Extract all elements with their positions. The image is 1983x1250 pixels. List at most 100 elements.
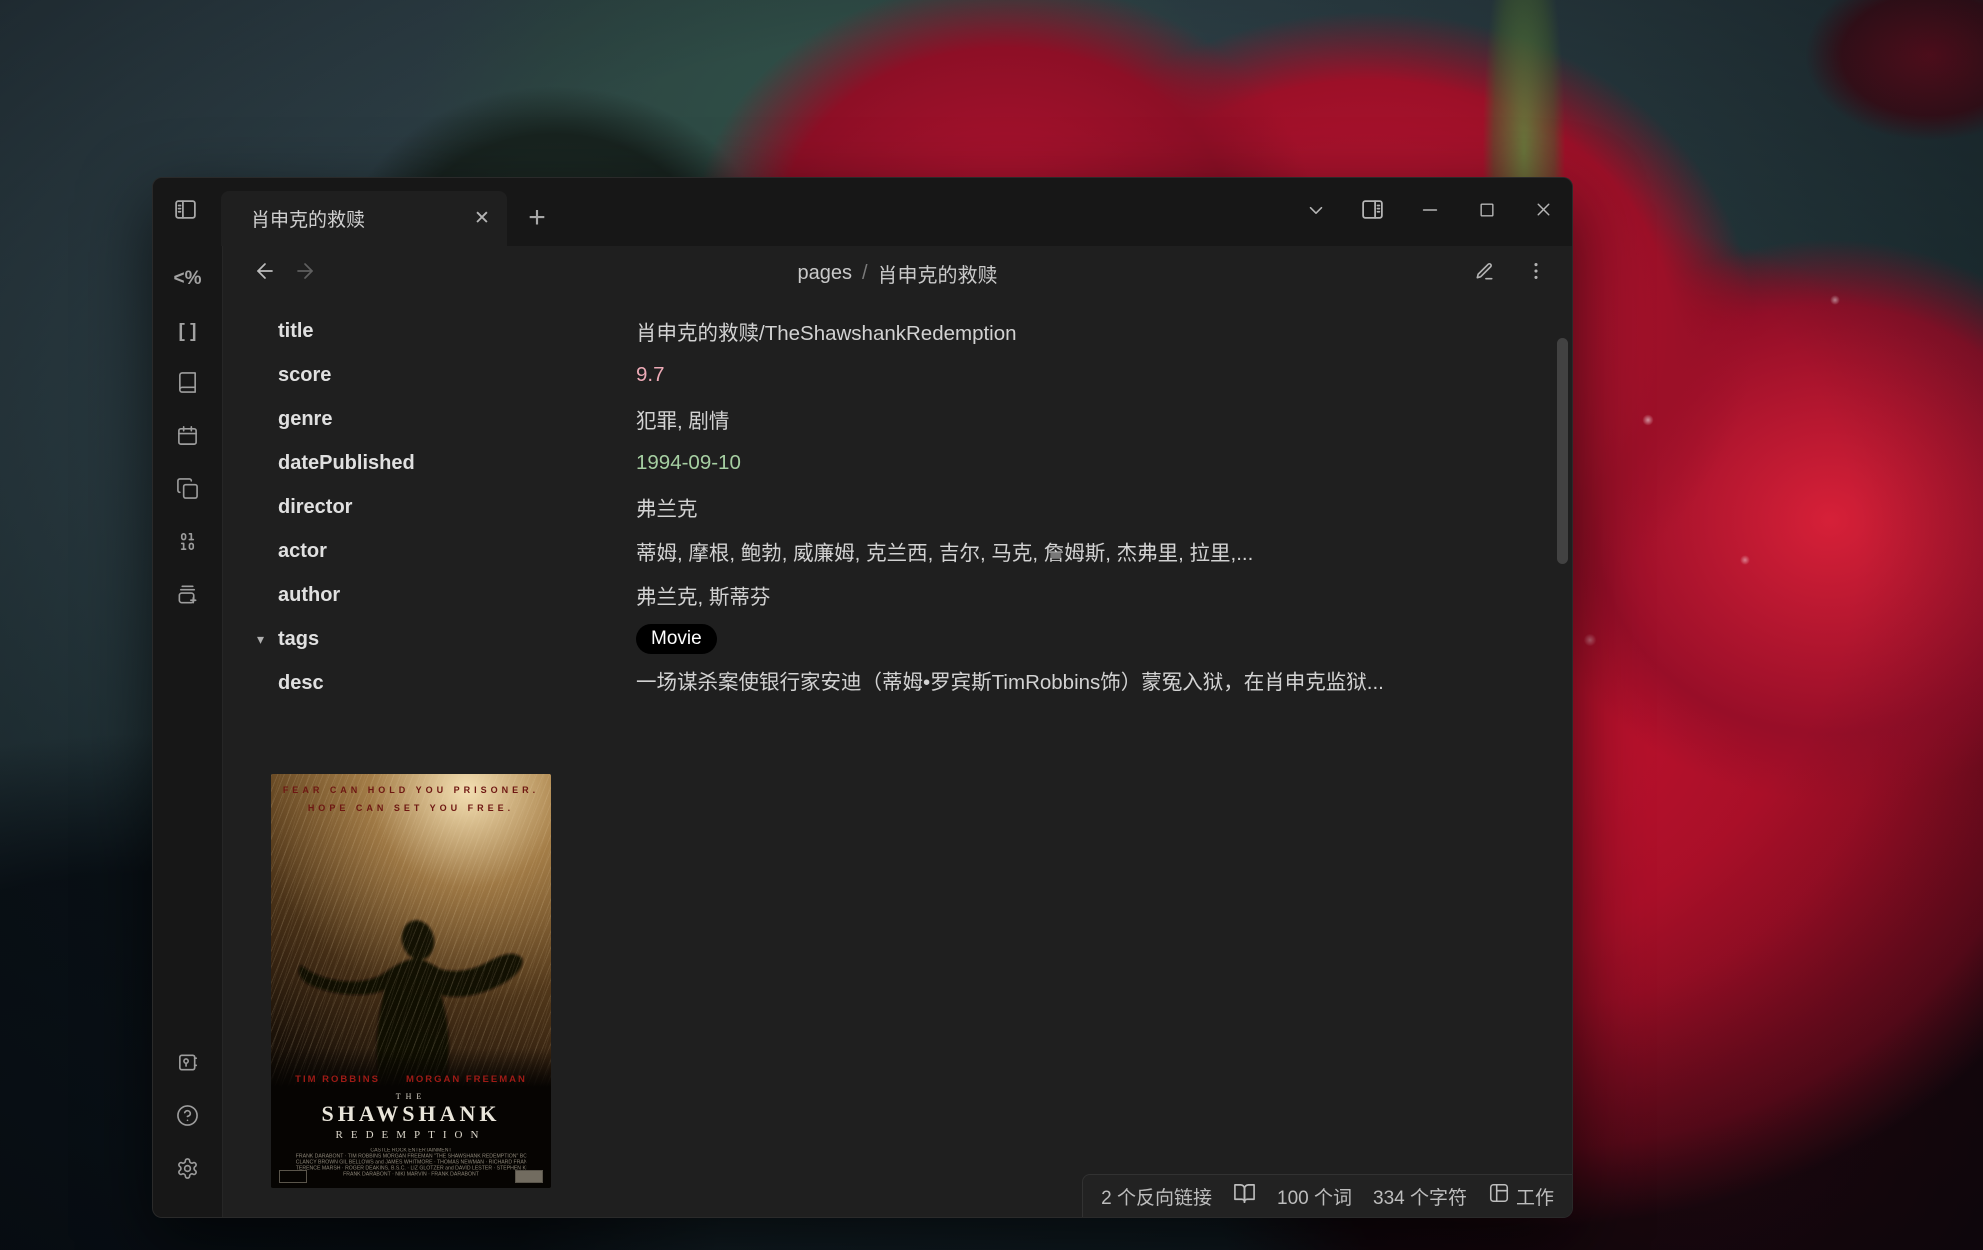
breadcrumb-current[interactable]: 肖申克的救赎 xyxy=(878,259,998,288)
poster-star-2: MORGAN FREEMAN xyxy=(406,1074,527,1085)
tab-shawshank[interactable]: 肖申克的救赎 ✕ xyxy=(221,191,507,246)
property-value[interactable]: 9.7 xyxy=(636,363,665,387)
help-button[interactable] xyxy=(169,1099,207,1137)
status-bar: 2 个反向链接 100 个词 334 个字符 工作 xyxy=(1082,1174,1572,1217)
window-controls xyxy=(1287,178,1572,246)
maximize-button[interactable] xyxy=(1458,178,1515,246)
open-book-icon xyxy=(1233,1182,1256,1211)
property-key[interactable]: score xyxy=(223,364,636,387)
property-key[interactable]: author xyxy=(223,584,636,607)
daily-note-button[interactable] xyxy=(169,419,207,457)
property-row: director弗兰克 xyxy=(223,485,1572,529)
reading-mode-indicator[interactable] xyxy=(1233,1182,1256,1211)
property-row: actor蒂姆, 摩根, 鲍勃, 威廉姆, 克兰西, 吉尔, 马克, 詹姆斯, … xyxy=(223,529,1572,573)
left-ribbon: <% [ ] xyxy=(153,246,223,1217)
brackets-button[interactable]: [ ] xyxy=(169,313,207,351)
binary-icon xyxy=(176,530,199,558)
property-value[interactable]: 弗兰克 xyxy=(636,492,698,522)
properties-table: title肖申克的救赎/TheShawshankRedemption score… xyxy=(223,301,1572,705)
add-card-button[interactable] xyxy=(169,578,207,616)
new-tab-button[interactable]: + xyxy=(515,196,559,240)
property-value[interactable]: 一场谋杀案使银行家安迪（蒂姆•罗宾斯TimRobbins饰）蒙冤入狱，在肖申克监… xyxy=(636,661,1384,701)
poster-title-main: SHAWSHANK xyxy=(271,1101,551,1127)
property-value[interactable]: 肖申克的救赎/TheShawshankRedemption xyxy=(636,316,1017,346)
minimize-icon xyxy=(1419,199,1441,226)
property-row: datePublished1994-09-10 xyxy=(223,441,1572,485)
settings-button[interactable] xyxy=(169,1152,207,1190)
property-value: Movie xyxy=(636,624,717,654)
tab-title: 肖申克的救赎 xyxy=(251,205,465,232)
poster-title-the: THE xyxy=(271,1092,551,1101)
property-key[interactable]: datePublished xyxy=(223,452,636,475)
poster-tagline-2: HOPE CAN SET YOU FREE. xyxy=(271,803,551,813)
app-window: 肖申克的救赎 ✕ + <% [ ] xyxy=(152,177,1573,1218)
property-key[interactable]: director xyxy=(223,496,636,519)
vault-icon xyxy=(176,1051,199,1079)
property-value[interactable]: 犯罪, 剧情 xyxy=(636,404,729,434)
workspace-switcher[interactable]: 工作 xyxy=(1488,1182,1554,1210)
template-button[interactable]: <% xyxy=(169,260,207,298)
poster-studio-logo xyxy=(279,1170,307,1183)
property-row: score9.7 xyxy=(223,353,1572,397)
book-icon xyxy=(176,371,199,399)
tab-close-icon[interactable]: ✕ xyxy=(465,202,499,236)
bookmark-button[interactable] xyxy=(169,366,207,404)
maximize-icon xyxy=(1477,200,1497,225)
header-actions xyxy=(1464,253,1556,293)
template-icon: <% xyxy=(174,268,202,290)
poster-credits-line: FRANK DARABONT · NIKI MARVIN · FRANK DAR… xyxy=(296,1172,526,1178)
toggle-right-sidebar-button[interactable] xyxy=(1344,178,1401,246)
calendar-icon xyxy=(176,424,199,452)
workspace-name: 工作 xyxy=(1516,1183,1554,1210)
property-value[interactable]: 1994-09-10 xyxy=(636,451,741,475)
panel-left-icon xyxy=(173,197,198,227)
gear-icon xyxy=(176,1157,199,1185)
tag-pill-movie[interactable]: Movie xyxy=(636,624,717,654)
pencil-icon xyxy=(1473,259,1496,287)
word-count: 100 个词 xyxy=(1277,1183,1352,1210)
collapse-caret-icon[interactable]: ▾ xyxy=(257,631,269,648)
kebab-menu-icon xyxy=(1525,260,1547,287)
binary-button[interactable] xyxy=(169,525,207,563)
breadcrumb-parent[interactable]: pages xyxy=(797,262,852,285)
copy-icon xyxy=(176,477,199,505)
scrollbar-thumb[interactable] xyxy=(1557,338,1568,564)
minimize-button[interactable] xyxy=(1401,178,1458,246)
breadcrumb-separator: / xyxy=(862,262,868,285)
property-row: author弗兰克, 斯蒂芬 xyxy=(223,573,1572,617)
panel-right-icon xyxy=(1360,197,1385,227)
help-icon xyxy=(176,1104,199,1132)
property-row-desc: desc一场谋杀案使银行家安迪（蒂姆•罗宾斯TimRobbins饰）蒙冤入狱，在… xyxy=(223,661,1572,705)
tab-list-dropdown-button[interactable] xyxy=(1287,178,1344,246)
property-key[interactable]: desc xyxy=(223,661,636,701)
edit-mode-button[interactable] xyxy=(1464,253,1504,293)
property-value[interactable]: 蒂姆, 摩根, 鲍勃, 威廉姆, 克兰西, 吉尔, 马克, 詹姆斯, 杰弗里, … xyxy=(636,536,1253,566)
char-count: 334 个字符 xyxy=(1373,1183,1467,1210)
breadcrumb: pages / 肖申克的救赎 xyxy=(223,246,1572,301)
poster-tagline-1: FEAR CAN HOLD YOU PRISONER. xyxy=(271,785,551,795)
duplicate-button[interactable] xyxy=(169,472,207,510)
poster-rating-logo xyxy=(515,1170,543,1183)
close-button[interactable] xyxy=(1515,178,1572,246)
property-key[interactable]: actor xyxy=(223,540,636,563)
property-key: ▾ tags xyxy=(223,628,636,651)
poster-image: FEAR CAN HOLD YOU PRISONER. HOPE CAN SET… xyxy=(271,774,551,1188)
backlinks-count[interactable]: 2 个反向链接 xyxy=(1101,1183,1212,1210)
property-key[interactable]: title xyxy=(223,320,636,343)
poster-credits: CASTLE ROCK ENTERTAINMENT FRANK DARABONT… xyxy=(296,1148,526,1178)
titlebar: 肖申克的救赎 ✕ + xyxy=(153,178,1572,246)
toggle-left-sidebar-button[interactable] xyxy=(163,192,207,232)
close-icon xyxy=(1533,199,1554,225)
view-header: pages / 肖申克的救赎 xyxy=(223,246,1572,301)
property-key-label[interactable]: tags xyxy=(278,628,319,651)
property-row-tags: ▾ tags Movie xyxy=(223,617,1572,661)
poster-title-sub: REDEMPTION xyxy=(271,1129,551,1141)
property-key[interactable]: genre xyxy=(223,408,636,431)
more-options-button[interactable] xyxy=(1516,253,1556,293)
poster-stars: TIM ROBBINS MORGAN FREEMAN xyxy=(271,1074,551,1085)
brackets-icon: [ ] xyxy=(179,321,197,343)
vault-switcher-button[interactable] xyxy=(169,1046,207,1084)
property-value[interactable]: 弗兰克, 斯蒂芬 xyxy=(636,580,770,610)
workspace-layout-icon xyxy=(1488,1182,1510,1210)
card-stack-plus-icon xyxy=(176,583,199,611)
